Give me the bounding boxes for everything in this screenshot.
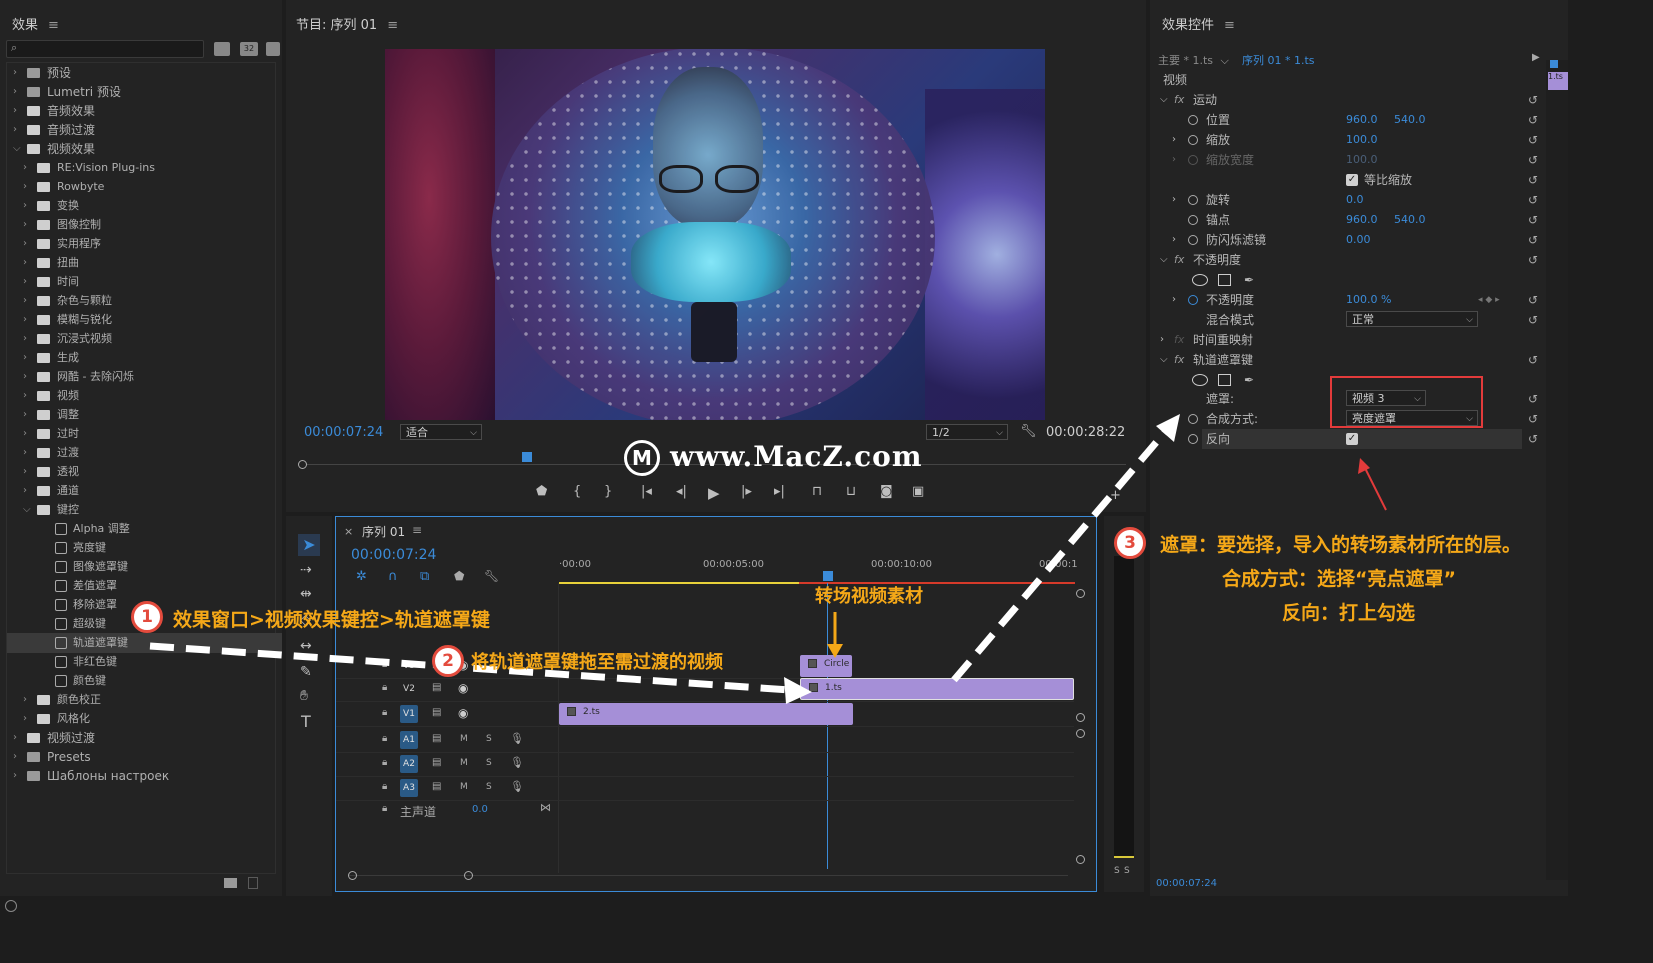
annotation-step1: 效果窗口>视频效果键控>轨道遮罩键 (173, 609, 490, 631)
step-badge-3: 3 (1114, 527, 1146, 559)
annotation-step3-line3: 反向：打上勾选 (1282, 602, 1416, 624)
arrow-step3-head (1156, 414, 1180, 442)
annotation-step3-line2: 合成方式：选择“亮点遮罩” (1222, 568, 1456, 590)
annotation-step2: 将轨道遮罩键拖至需过渡的视频 (471, 652, 723, 673)
annotation-step3-line1: 遮罩：要选择，导入的转场素材所在的层。 (1160, 534, 1522, 556)
status-bar (0, 896, 1653, 963)
arrow-reverse-head (1358, 458, 1370, 474)
status-icon[interactable] (5, 900, 17, 912)
step-badge-2: 2 (432, 645, 464, 677)
arrow-step1-head (784, 677, 812, 704)
arrow-reverse (1363, 465, 1387, 511)
annotation-transition: 转场视频素材 (815, 586, 923, 607)
arrow-transition-head (827, 644, 843, 658)
step-badge-1: 1 (131, 601, 163, 633)
annotation-arrows (149, 414, 1387, 704)
